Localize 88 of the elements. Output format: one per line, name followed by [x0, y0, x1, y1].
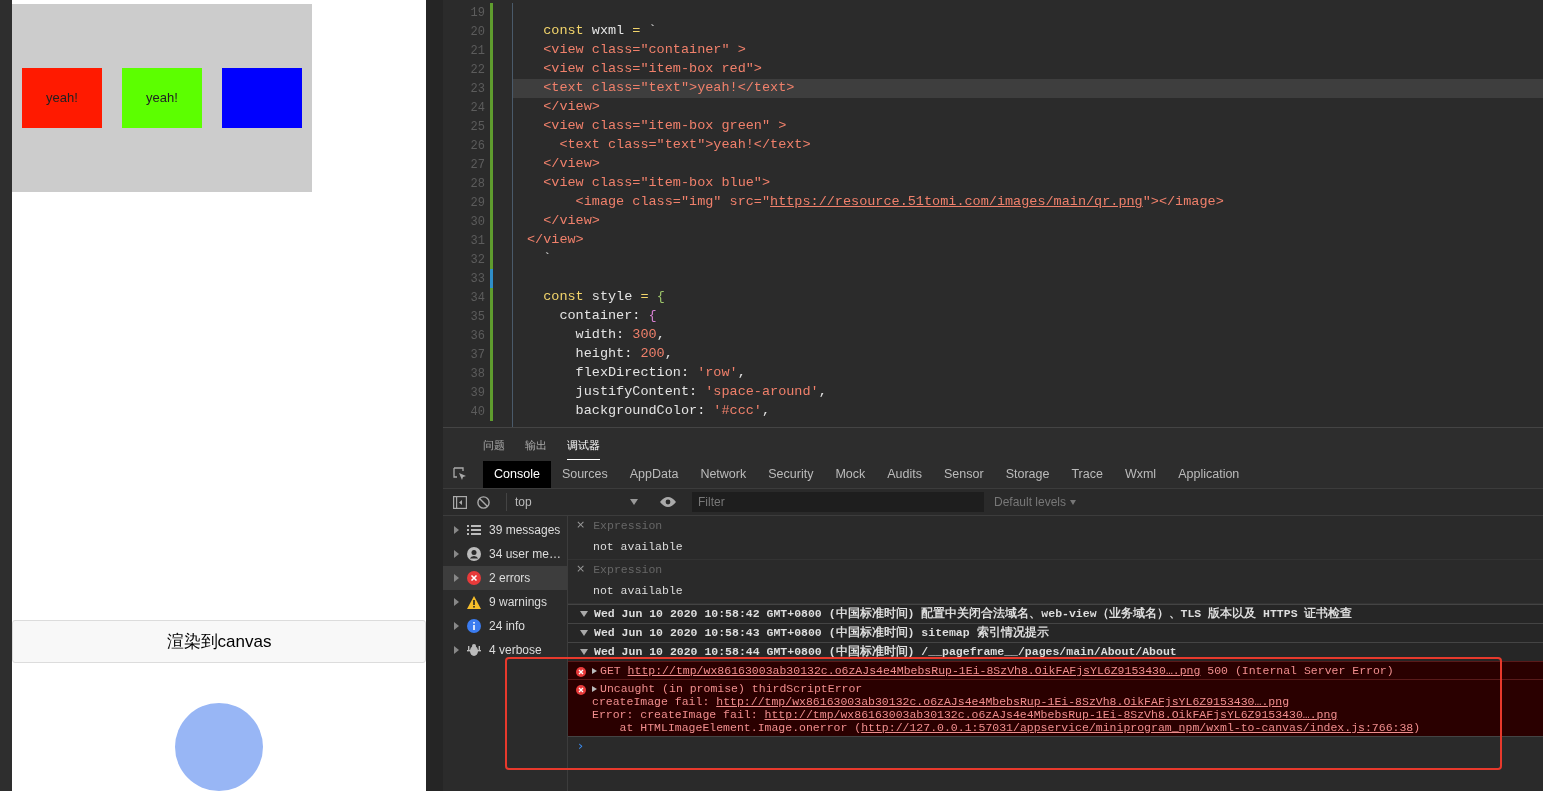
expand-icon: [454, 550, 459, 558]
sidebar-item[interactable]: 2 errors: [443, 566, 567, 590]
log-text: Wed Jun 10 2020 10:58:43 GMT+0800 (中国标准时间) sitemap 索引情况提示: [594, 624, 1049, 642]
user-icon: [467, 547, 481, 561]
devtools-tab[interactable]: Application: [1167, 460, 1251, 488]
box-text: yeah!: [146, 89, 178, 108]
code-line: container: {: [558, 307, 657, 326]
code-line: flexDirection: 'row',: [574, 364, 746, 383]
sidebar-item[interactable]: 34 user me…: [443, 542, 567, 566]
bug-icon: [467, 643, 481, 657]
log-text: Uncaught (in promise) thirdScriptError: [600, 680, 863, 697]
expression-label: Expression: [593, 562, 663, 578]
log-text: ): [1413, 719, 1421, 736]
sidebar-item[interactable]: 9 warnings: [443, 590, 567, 614]
inspect-icon[interactable]: [453, 467, 467, 481]
log-text: GET: [600, 662, 622, 679]
devtools-tab[interactable]: Console: [483, 460, 551, 488]
log-text: Wed Jun 10 2020 10:58:42 GMT+0800 (中国标准时间) 配置中关闭合法域名、web-view（业务域名）、TLS 版本以及 HTTPS 证书检查: [594, 605, 1353, 623]
close-icon[interactable]: ×: [576, 517, 586, 534]
render-button[interactable]: 渲染到canvas: [12, 619, 426, 663]
error-icon: [576, 685, 586, 695]
code-line: <view class="item-box red">: [542, 60, 762, 79]
prompt-icon: ›: [578, 735, 584, 756]
expression-value: not available: [592, 539, 684, 556]
sidebar-toggle-icon[interactable]: [453, 495, 467, 509]
expression-label: Expression: [593, 518, 663, 534]
warning-icon: [467, 595, 481, 609]
code-line: <image class="img" src="https://resource.51tomi.com/images/main/qr.png"></image>: [574, 193, 1224, 212]
code-line: height: 200,: [574, 345, 673, 364]
expand-icon[interactable]: [592, 685, 597, 692]
log-text: at HTMLImageElement.Image.onerror (: [618, 720, 862, 736]
code-line: backgroundColor: '#ccc',: [574, 402, 771, 421]
devtools-tab[interactable]: Trace: [1060, 460, 1114, 488]
filter-field[interactable]: Filter: [692, 492, 984, 512]
list-icon: [467, 525, 481, 535]
code-line: <view class="item-box blue">: [542, 174, 771, 193]
devtools-tab[interactable]: Sensor: [933, 460, 995, 488]
log-text: Error: createImage fail:: [592, 707, 759, 723]
expand-icon: [454, 598, 459, 606]
panel-tab[interactable]: 输出: [525, 436, 547, 460]
code-line: const wxml = `: [542, 22, 657, 41]
sidebar-item[interactable]: 4 verbose: [443, 638, 567, 662]
context-select[interactable]: top: [506, 493, 638, 511]
devtools-tab[interactable]: Audits: [876, 460, 933, 488]
code-line: `: [542, 250, 552, 269]
log-text: Wed Jun 10 2020 10:58:44 GMT+0800 (中国标准时间) /__pageframe__/pages/main/About/About: [594, 644, 1177, 661]
expand-icon[interactable]: [580, 630, 588, 636]
expand-icon: [454, 574, 459, 582]
devtools-tab[interactable]: AppData: [618, 460, 690, 488]
devtools-tab[interactable]: Mock: [824, 460, 877, 488]
code-line: </view>: [542, 155, 600, 174]
expand-icon: [454, 526, 459, 534]
log-text: 500 (Internal Server Error): [1206, 662, 1394, 679]
eye-icon[interactable]: [660, 497, 676, 507]
code-line: </view>: [542, 212, 600, 231]
clear-icon[interactable]: [477, 495, 490, 509]
code-line: justifyContent: 'space-around',: [574, 383, 827, 402]
expand-icon[interactable]: [592, 667, 597, 674]
box-text: yeah!: [46, 89, 78, 108]
error-icon: [576, 667, 586, 677]
devtools-tab[interactable]: Security: [757, 460, 825, 488]
caret-icon: [630, 499, 638, 505]
code-line: </view>: [542, 98, 600, 117]
caret-icon: [1070, 499, 1077, 505]
code-line: const style = {: [542, 288, 665, 307]
info-icon: [467, 619, 481, 633]
error-icon: [467, 571, 481, 585]
devtools-tab[interactable]: Network: [689, 460, 758, 488]
code-line: <view class="container" >: [542, 41, 746, 60]
code-line: <text class="text">yeah!</text>: [558, 136, 811, 155]
devtools-tab[interactable]: Storage: [994, 460, 1061, 488]
expand-icon: [454, 622, 459, 630]
devtools-tab[interactable]: Wxml: [1113, 460, 1168, 488]
code-line: </view>: [527, 231, 584, 250]
devtools-tab[interactable]: Sources: [550, 460, 619, 488]
code-line: width: 300,: [574, 326, 665, 345]
link[interactable]: http://tmp/wx86163003ab30132c.o6zAJs4e4MbebsRup-1Ei-8SzVh8.OikFAFjsYL6Z9153430….png: [627, 661, 1201, 680]
expand-icon[interactable]: [580, 649, 588, 655]
log-text: createImage fail:: [592, 694, 711, 710]
expand-icon[interactable]: [580, 611, 588, 617]
panel-tab[interactable]: 问题: [483, 436, 505, 460]
code-line: <text class="text">yeah!</text>: [542, 79, 795, 98]
code-line: <view class="item-box green" >: [542, 117, 787, 136]
close-icon[interactable]: ×: [576, 561, 586, 578]
expression-value: not available: [592, 583, 684, 600]
expand-icon: [454, 646, 459, 654]
sidebar-item[interactable]: 39 messages: [443, 518, 567, 542]
sidebar-item[interactable]: 24 info: [443, 614, 567, 638]
